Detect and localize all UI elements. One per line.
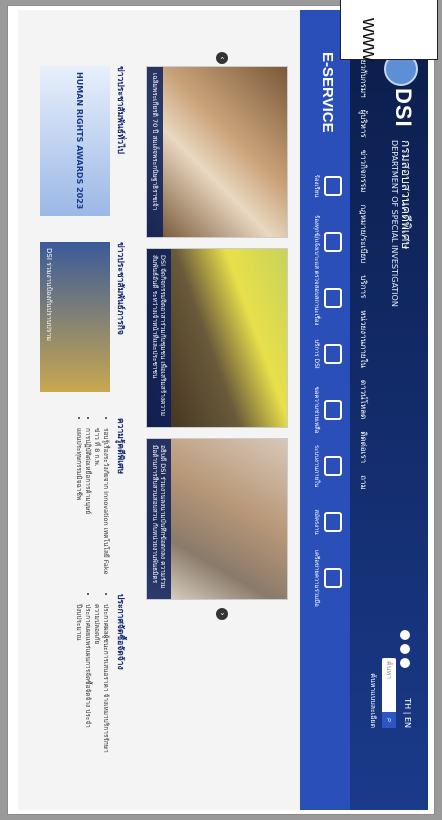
announce-list: ประกาศผลผู้ชนะการเสนอราคา จ้างเหมาบริการ… bbox=[74, 594, 110, 759]
nav-item[interactable]: ติดต่อเรา bbox=[357, 431, 370, 463]
logo-row: DSI กรมสอบสวนคดีพิเศษ DEPARTMENT OF SPEC… bbox=[369, 52, 418, 768]
chevron-left-icon[interactable]: ‹ bbox=[216, 52, 228, 64]
language-switch[interactable]: TH | EN bbox=[403, 698, 412, 728]
column-title[interactable]: ข่าวประชาสัมพันธ์ทั่วไป bbox=[114, 66, 128, 231]
eservice-item[interactable]: เครือข่ายความร่วมมือ bbox=[302, 550, 346, 607]
news-section: ข่าวประชาสัมพันธ์ทั่วไป HUMAN RIGHTS AWA… bbox=[28, 52, 128, 768]
column-title[interactable]: ประกาศจัดซื้อจัดจ้าง bbox=[114, 594, 128, 759]
eservice-item[interactable]: ตรวจสอบสถานะเรื่อง bbox=[302, 270, 346, 326]
photo-caption: DSI จัดกิจกรรมจิตอาสาร่วมกับชุมชน เพื่อเ… bbox=[147, 249, 171, 427]
eservice-item[interactable]: บริการ DSI bbox=[302, 326, 346, 382]
eservice-item[interactable]: ระบบงานภายใน bbox=[302, 438, 346, 494]
globe-icon bbox=[324, 344, 342, 364]
eservice-title: E-SERVICE bbox=[319, 52, 336, 133]
chevron-right-icon[interactable]: › bbox=[216, 608, 228, 620]
list-item[interactable]: ประกาศผลผู้ชนะการเสนอราคา จ้างเหมาบริการ… bbox=[92, 604, 110, 759]
nav-item[interactable]: ข่าวกิจกรรม bbox=[357, 150, 370, 193]
network-icon bbox=[324, 568, 342, 588]
banner-text: DSI ร่วมงานป้องกันปราบปราม bbox=[45, 248, 53, 341]
nav-item[interactable]: ถาม bbox=[357, 475, 370, 490]
facebook-icon[interactable] bbox=[400, 630, 410, 640]
url-overlay-box bbox=[340, 0, 438, 60]
banner-text: HUMAN RIGHTS AWARDS 2023 bbox=[75, 72, 84, 210]
knowledge-list: รอบรู้เรื่องระวังภัยจาก Innovation เทคโน… bbox=[74, 418, 110, 583]
list-item[interactable]: ประกาศเผยแพร่แผนการจัดซื้อจัดจ้าง ประจำป… bbox=[74, 604, 92, 759]
document-icon bbox=[324, 176, 342, 196]
nav-item[interactable]: ดาวน์โหลด bbox=[357, 380, 370, 419]
news-column: ความรู้คดีพิเศษ รอบรู้เรื่องระวังภัยจาก … bbox=[28, 418, 128, 583]
news-column: ข่าวประชาสัมพันธ์ทั่วไป HUMAN RIGHTS AWA… bbox=[28, 66, 128, 231]
users-icon bbox=[324, 232, 342, 252]
org-name-en: DEPARTMENT OF SPECIAL INVESTIGATION bbox=[390, 140, 399, 307]
building-icon bbox=[324, 456, 342, 476]
briefcase-icon bbox=[324, 512, 342, 532]
photo-carousel: ‹ เฉลิมพระเกียรติ 70 ปี สมเด็จพระกนิษฐาธ… bbox=[138, 52, 288, 768]
news-photo[interactable]: อธิบดี DSI ร่วมงานลงนามบันทึกข้อตกลง ควา… bbox=[146, 438, 288, 600]
news-thumbnail[interactable]: DSI ร่วมงานป้องกันปราบปราม bbox=[40, 242, 110, 392]
social-links bbox=[400, 630, 410, 668]
column-title[interactable]: ข่าวประชาสัมพันธ์ภารกิจ bbox=[114, 242, 128, 407]
hand-icon bbox=[324, 400, 342, 420]
list-item[interactable]: การปฏิบัติต่อเหยื่อการค้ามนุษย์ bbox=[83, 428, 92, 583]
news-photo[interactable]: DSI จัดกิจกรรมจิตอาสาร่วมกับชุมชน เพื่อเ… bbox=[146, 248, 288, 428]
eservice-item[interactable]: ขอความช่วยเหลือ bbox=[302, 382, 346, 438]
youtube-icon[interactable] bbox=[400, 658, 410, 668]
list-item[interactable]: แผนประทุษกรรมมิจฉาชีพ bbox=[74, 428, 83, 583]
eservice-item[interactable]: ร้องเรียน bbox=[302, 158, 346, 214]
search-icon[interactable]: ⌕ bbox=[382, 712, 396, 728]
logo-mark[interactable]: DSI bbox=[390, 88, 416, 128]
nav-item[interactable]: ผู้บริหาร bbox=[357, 110, 370, 138]
column-title[interactable]: ความรู้คดีพิเศษ bbox=[114, 418, 128, 583]
main-nav: เกี่ยวกับกรมฯ ผู้บริหาร ข่าวกิจกรรม กฎหม… bbox=[357, 52, 370, 490]
url-label: www bbox=[358, 18, 380, 62]
photo-caption: อธิบดี DSI ร่วมงานลงนามบันทึกข้อตกลง ควา… bbox=[147, 439, 171, 599]
news-thumbnail[interactable]: HUMAN RIGHTS AWARDS 2023 bbox=[40, 66, 110, 216]
eservice-item[interactable]: สมัครงาน bbox=[302, 494, 346, 550]
news-photo[interactable]: เฉลิมพระเกียรติ 70 ปี สมเด็จพระกนิษฐาธิร… bbox=[146, 66, 288, 238]
news-column: ข่าวประชาสัมพันธ์ภารกิจ DSI ร่วมงานป้องก… bbox=[28, 242, 128, 407]
rotated-website: DSI กรมสอบสวนคดีพิเศษ DEPARTMENT OF SPEC… bbox=[18, 10, 428, 810]
eservice-list: ร้องเรียน ร้องทุกข์/แจ้งเบาะแส ตรวจสอบสถ… bbox=[302, 158, 346, 607]
search-doc-icon bbox=[324, 288, 342, 308]
list-item[interactable]: รอบรู้เรื่องระวังภัยจาก Innovation เทคโน… bbox=[92, 428, 110, 583]
nav-item[interactable]: บริการ bbox=[357, 275, 370, 298]
photo-caption: เฉลิมพระเกียรติ 70 ปี สมเด็จพระกนิษฐาธิร… bbox=[147, 67, 163, 237]
twitter-icon[interactable] bbox=[400, 644, 410, 654]
advanced-search-link[interactable]: ค้นหาแบบละเอียด bbox=[367, 673, 378, 728]
eservice-item[interactable]: ร้องทุกข์/แจ้งเบาะแส bbox=[302, 214, 346, 270]
nav-item[interactable]: หน่วยงานภายใน bbox=[357, 310, 370, 368]
news-column: ประกาศจัดซื้อจัดจ้าง ประกาศผลผู้ชนะการเส… bbox=[28, 594, 128, 759]
nav-item[interactable]: กฎหมาย/ระเบียบ bbox=[357, 204, 370, 263]
